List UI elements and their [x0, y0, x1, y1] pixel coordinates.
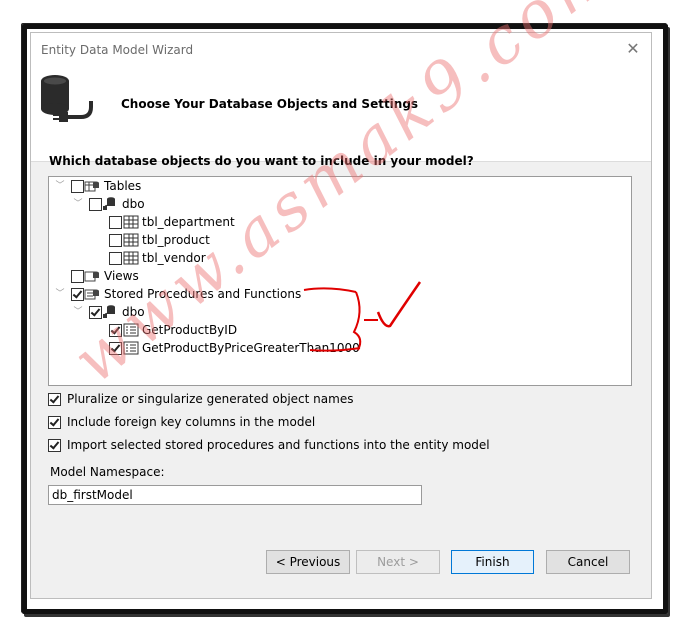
tree-node-views[interactable]: Views: [49, 267, 629, 285]
procedure-icon: [123, 323, 139, 337]
tree-node-table[interactable]: tbl_department: [49, 213, 629, 231]
option-import-procedures[interactable]: Import selected stored procedures and fu…: [48, 436, 490, 454]
view-folder-icon: [84, 271, 99, 282]
table-folder-icon: [84, 181, 99, 192]
finish-button[interactable]: Finish: [451, 550, 534, 574]
tree-node-procedures-dbo[interactable]: ﹀ dbo: [49, 303, 629, 321]
close-icon[interactable]: ✕: [623, 39, 643, 59]
tree-label: tbl_department: [142, 215, 235, 229]
checkbox-tables-dbo[interactable]: [89, 198, 102, 211]
tree-node-procedure[interactable]: GetProductByID: [49, 321, 629, 339]
tree-label: tbl_vendor: [142, 251, 206, 265]
option-pluralize[interactable]: Pluralize or singularize generated objec…: [48, 390, 353, 408]
option-label: Import selected stored procedures and fu…: [67, 438, 490, 452]
objects-question: Which database objects do you want to in…: [49, 154, 474, 168]
checkbox-foreign-keys[interactable]: [48, 416, 61, 429]
page-title: Choose Your Database Objects and Setting…: [121, 97, 419, 111]
wizard-header: Choose Your Database Objects and Setting…: [31, 67, 651, 162]
chevron-down-icon[interactable]: ﹀: [55, 177, 65, 195]
chevron-down-icon[interactable]: ﹀: [73, 303, 83, 321]
table-icon: [123, 215, 139, 229]
namespace-label: Model Namespace:: [50, 465, 165, 479]
next-button[interactable]: Next >: [356, 550, 440, 574]
wizard-dialog: Entity Data Model Wizard ✕ Choose Your D…: [30, 32, 652, 599]
database-plug-icon: [41, 75, 93, 122]
checkbox-procedure[interactable]: [109, 324, 122, 337]
tree-label: GetProductByPriceGreaterThan1000: [142, 341, 360, 355]
option-label: Pluralize or singularize generated objec…: [67, 392, 354, 406]
tree-label: GetProductByID: [142, 323, 238, 337]
chevron-down-icon[interactable]: ﹀: [73, 195, 83, 213]
title-bar: Entity Data Model Wizard ✕: [31, 33, 651, 67]
window-title: Entity Data Model Wizard: [41, 43, 194, 57]
checkbox-pluralize[interactable]: [48, 393, 61, 406]
procedure-icon: [123, 341, 139, 355]
namespace-input[interactable]: [48, 485, 422, 505]
tree-label: Tables: [104, 179, 142, 193]
tree-label: dbo: [122, 197, 145, 211]
option-foreign-keys[interactable]: Include foreign key columns in the model: [48, 413, 348, 431]
checkbox-tables[interactable]: [71, 180, 84, 193]
checkbox-views[interactable]: [71, 270, 84, 283]
checkbox-procedures-dbo[interactable]: [89, 306, 102, 319]
tree-label: tbl_product: [142, 233, 210, 247]
cancel-button[interactable]: Cancel: [546, 550, 630, 574]
chevron-down-icon[interactable]: ﹀: [55, 285, 65, 303]
checkbox-procedure[interactable]: [109, 342, 122, 355]
tree-node-tables[interactable]: ﹀ Tables: [49, 177, 629, 195]
previous-button[interactable]: < Previous: [266, 550, 350, 574]
tree-node-table[interactable]: tbl_product: [49, 231, 629, 249]
schema-icon: [103, 197, 115, 210]
checkbox-import-procedures[interactable]: [48, 439, 61, 452]
checkbox-table[interactable]: [109, 216, 122, 229]
option-label: Include foreign key columns in the model: [67, 415, 316, 429]
schema-icon: [103, 305, 115, 318]
checkbox-table[interactable]: [109, 234, 122, 247]
table-icon: [123, 251, 139, 265]
checkbox-procedures[interactable]: [71, 288, 84, 301]
procedure-folder-icon: [84, 289, 99, 300]
checkbox-table[interactable]: [109, 252, 122, 265]
tree-label: Stored Procedures and Functions: [104, 287, 302, 301]
tree-label: dbo: [122, 305, 145, 319]
tree-node-procedure[interactable]: GetProductByPriceGreaterThan1000: [49, 339, 629, 357]
tree-node-table[interactable]: tbl_vendor: [49, 249, 629, 267]
objects-tree[interactable]: ﹀ Tables ﹀ dbo tbl_department tbl_produc…: [48, 176, 632, 386]
table-icon: [123, 233, 139, 247]
tree-node-procedures[interactable]: ﹀ Stored Procedures and Functions: [49, 285, 629, 303]
tree-label: Views: [104, 269, 139, 283]
tree-node-tables-dbo[interactable]: ﹀ dbo: [49, 195, 629, 213]
